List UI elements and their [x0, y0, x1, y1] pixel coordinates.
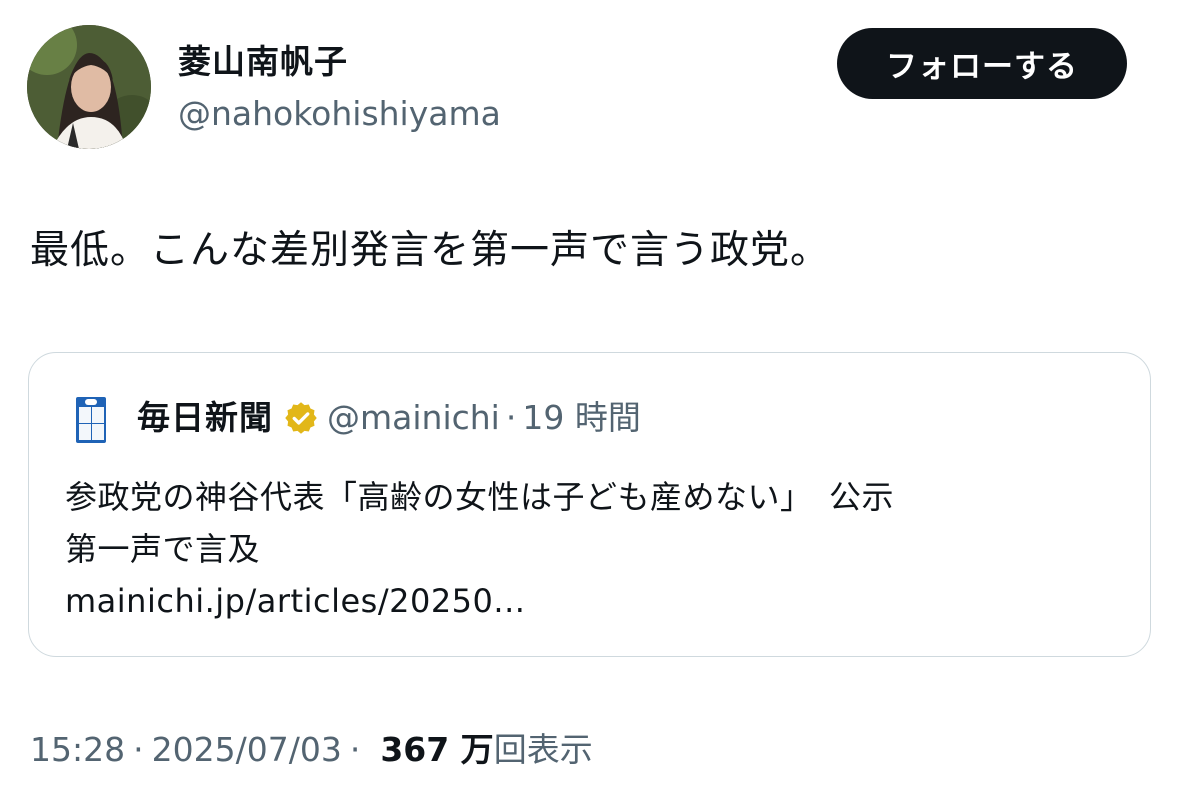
- quoted-link[interactable]: mainichi.jp/articles/20250...: [65, 575, 1125, 627]
- separator-dot: ·: [349, 730, 361, 769]
- separator-dot: ·: [133, 730, 144, 769]
- follow-button[interactable]: フォローする: [837, 28, 1127, 99]
- mainichi-logo-icon: [76, 397, 106, 443]
- views-label: 回表示: [493, 730, 593, 769]
- gold-verified-badge-icon: [285, 402, 317, 434]
- author-avatar[interactable]: [27, 25, 151, 149]
- quoted-text-line-1: 参政党の神谷代表「高齢の女性は子ども産めない」 公示: [65, 478, 895, 516]
- quoted-time-ago[interactable]: 19 時間: [522, 396, 640, 440]
- tweet-metadata: 15:28 · 2025/07/03 · 367 万 回表示: [30, 727, 593, 773]
- quoted-author-name[interactable]: 毎日新聞: [137, 396, 273, 440]
- views-count[interactable]: 367 万: [380, 727, 493, 773]
- quoted-tweet-text: 参政党の神谷代表「高齢の女性は子ども産めない」 公示 第一声で言及 mainic…: [65, 471, 1125, 627]
- quoted-author-handle[interactable]: @mainichi: [327, 396, 500, 440]
- tweet-date[interactable]: 2025/07/03: [152, 727, 342, 773]
- tweet-time[interactable]: 15:28: [30, 727, 125, 773]
- tweet-detail: 菱山南帆子 @nahokohishiyama フォローする 最低。こんな差別発言…: [0, 0, 1179, 800]
- avatar-photo: [27, 25, 151, 149]
- author-display-name[interactable]: 菱山南帆子: [178, 40, 348, 84]
- tweet-text: 最低。こんな差別発言を第一声で言う政党。: [30, 228, 831, 273]
- separator-dot: ·: [505, 398, 517, 437]
- quoted-tweet-card[interactable]: 毎日新聞 @mainichi · 19 時間 参政党の神谷代表「高齢の女性は子ど…: [28, 352, 1151, 657]
- quoted-text-line-2: 第一声で言及: [65, 530, 261, 568]
- quoted-tweet-header: 毎日新聞 @mainichi · 19 時間: [137, 393, 641, 443]
- author-handle[interactable]: @nahokohishiyama: [178, 94, 501, 134]
